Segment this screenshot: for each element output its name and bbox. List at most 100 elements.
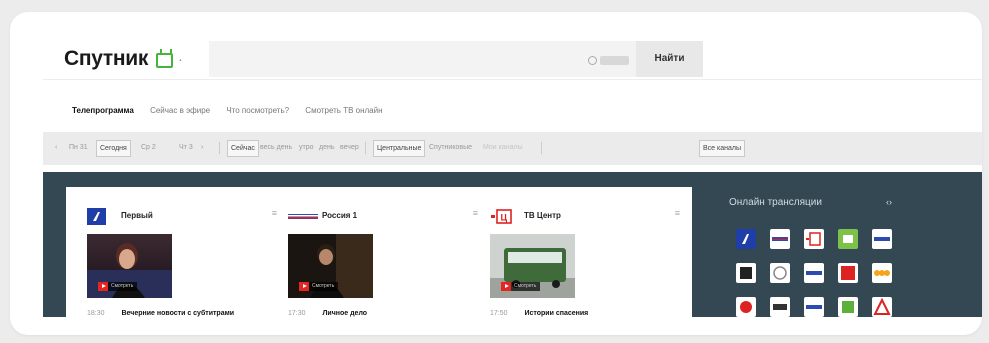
site-logo[interactable]: Спутник · [64,47,183,71]
sputnik-tv-page: Спутник · Найти Телепрограмма Сейчас в э… [43,39,982,317]
clear-icon[interactable] [588,56,597,65]
channel-menu-icon[interactable]: ≡ [272,208,277,218]
play-icon [98,282,108,291]
program-title: Личное дело [322,310,368,317]
russia-1-logo-icon [288,214,318,219]
channel-name[interactable]: Россия 1 [322,211,357,220]
filter-bar: ‹ Пн 31 Сегодня Ср 2 Чт 3 › Сейчас весь … [43,132,982,165]
nav-item-watch-online[interactable]: Смотреть ТВ онлайн [305,106,382,115]
channel-name[interactable]: ТВ Центр [524,211,561,220]
channel-one-logo-icon [87,208,106,225]
time-morning[interactable]: утро [299,144,314,151]
program-row[interactable]: 18:30 Вечерние новости с субтитрами [87,310,234,317]
channel-tile-perviy[interactable] [736,229,756,249]
tv-guide-section: Первый ≡ Смотреть 18:30 Вечерние новости… [43,172,982,317]
channel-5-logo-icon [773,266,787,280]
day-wed[interactable]: Ср 2 [141,144,156,151]
ctc-logo-icon [874,270,890,276]
header-divider [43,79,982,80]
channel-thumbnail[interactable]: Смотреть [490,234,575,298]
svg-text:Ц: Ц [501,213,508,223]
region-satellite[interactable]: Спутниковые [429,144,472,151]
channel-tile-a[interactable] [872,297,892,317]
logo-dot: · [178,51,183,67]
channel-s-logo-icon [841,266,855,280]
nav-item-on-air[interactable]: Сейчас в эфире [150,106,210,115]
channel-tile-stripe[interactable] [804,263,824,283]
channel-header: Первый ≡ [87,208,277,225]
channel-menu-icon[interactable]: ≡ [473,208,478,218]
watch-label: Смотреть [514,283,537,289]
channel-name[interactable]: Первый [121,211,153,220]
tv-centr-logo-icon [806,232,821,246]
next-day-arrow[interactable]: › [201,144,203,151]
channels-panel: Первый ≡ Смотреть 18:30 Вечерние новости… [66,187,692,317]
channel-tile-blue[interactable] [872,229,892,249]
channel-stripe-logo-icon [874,237,890,241]
program-time: 17:50 [490,310,508,317]
channel-tile-green[interactable] [838,229,858,249]
channel-tile-tv-centr[interactable] [804,229,824,249]
channel-tile-ctc[interactable] [872,263,892,283]
all-channels-select[interactable]: Все каналы [699,140,745,157]
watch-button[interactable]: Смотреть [501,282,541,291]
time-now[interactable]: Сейчас [227,140,259,157]
channel-thumbnail[interactable]: Смотреть [288,234,373,298]
channel-thumbnail[interactable]: Смотреть [87,234,172,298]
channel-header: Ц ТВ Центр ≡ [490,208,680,224]
divider [219,142,220,154]
section-nav: Телепрограмма Сейчас в эфире Что посмотр… [72,106,397,115]
program-time: 17:30 [288,310,306,317]
channel-tile-s[interactable] [838,263,858,283]
program-title: Вечерние новости с субтитрами [121,310,235,317]
watch-label: Смотреть [111,283,134,289]
channel-tile-russia-1[interactable] [770,229,790,249]
divider [541,142,542,154]
time-all-day[interactable]: весь день [260,144,292,151]
program-row[interactable]: 17:50 Истории спасения [490,310,588,317]
tv-centr-logo-icon: Ц [491,209,512,224]
program-time: 18:30 [87,310,105,317]
prev-day-arrow[interactable]: ‹ [55,144,57,151]
green-logo-icon [842,301,854,313]
play-icon [299,282,309,291]
channel-header: Россия 1 ≡ [288,208,478,222]
channel-tile-tnt[interactable] [770,297,790,317]
online-nav-arrows[interactable]: ‹› [886,197,892,207]
tv-icon [156,52,174,68]
time-evening[interactable]: вечер [340,144,359,151]
channel-tile-bw[interactable] [736,263,756,283]
channel-one-logo-icon [742,234,749,244]
region-central[interactable]: Центральные [373,140,426,157]
nav-item-tv-program[interactable]: Телепрограмма [72,106,134,115]
watch-button[interactable]: Смотреть [299,282,339,291]
bus-logo-icon [843,235,853,243]
time-day[interactable]: день [319,144,335,151]
channel-tile-5[interactable] [770,263,790,283]
search-button[interactable]: Найти [636,41,703,77]
day-today[interactable]: Сегодня [96,140,131,157]
watch-label: Смотреть [312,283,335,289]
channel-tile-green-2[interactable] [838,297,858,317]
day-thu[interactable]: Чт 3 [179,144,193,151]
online-channel-grid [736,229,896,319]
day-mon[interactable]: Пн 31 [69,144,88,151]
muz-logo-icon [740,301,752,313]
watch-button[interactable]: Смотреть [98,282,138,291]
divider [365,142,366,154]
online-broadcasts-title: Онлайн трансляции [729,197,822,208]
keyboard-icon[interactable] [600,56,629,65]
channel-tile-blue-2[interactable] [804,297,824,317]
search-input[interactable] [209,41,636,77]
play-icon [501,282,511,291]
channel-menu-icon[interactable]: ≡ [675,208,680,218]
channel-stripe-logo-icon [806,305,822,309]
bw-logo-icon [740,267,752,279]
region-my-channels[interactable]: Мои каналы [483,144,523,151]
channel-tile-mu[interactable] [736,297,756,317]
program-row[interactable]: 17:30 Личное дело [288,310,367,317]
tnt-logo-icon [773,304,787,310]
screenshot-frame: Спутник · Найти Телепрограмма Сейчас в э… [10,12,982,335]
nav-item-what-to-watch[interactable]: Что посмотреть? [226,106,289,115]
channel-stripe-logo-icon [806,271,822,275]
